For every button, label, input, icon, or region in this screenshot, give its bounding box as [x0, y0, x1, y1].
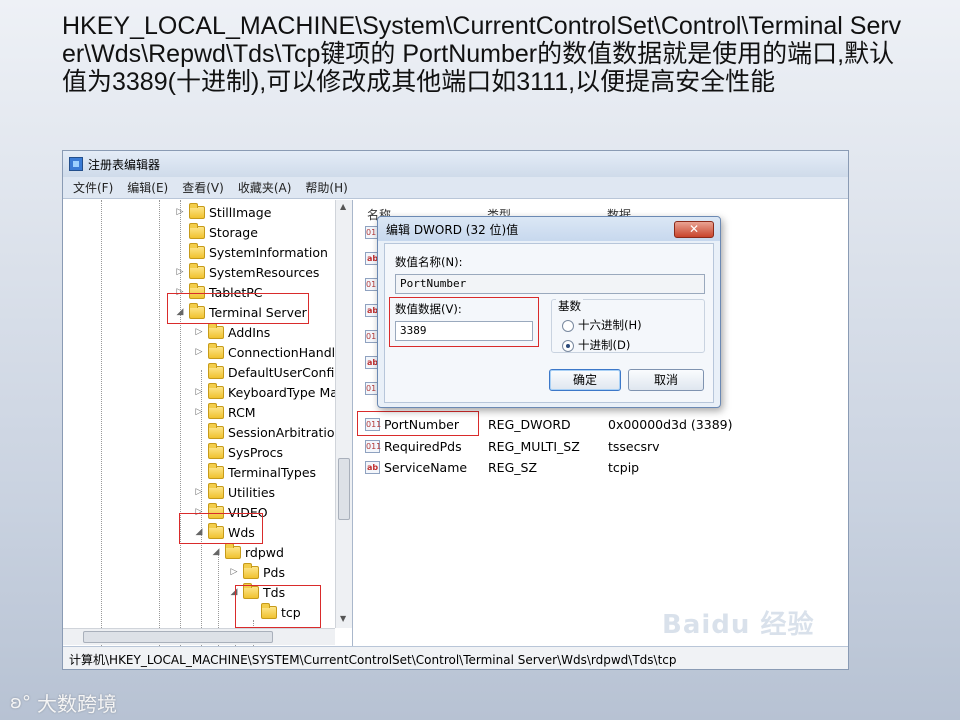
tree-item-label: SystemInformation	[209, 244, 328, 260]
window-title: 注册表编辑器	[88, 157, 161, 172]
dialog-body: 数值名称(N): PortNumber 数值数据(V): 3389 基数 十六进…	[384, 243, 714, 403]
tree-expander-icon[interactable]: ▷	[194, 387, 204, 397]
status-bar: 计算机\HKEY_LOCAL_MACHINE\SYSTEM\CurrentCon…	[63, 646, 848, 669]
menu-view[interactable]: 查看(V)	[182, 179, 224, 196]
tree-item-label: Pds	[263, 564, 285, 580]
folder-icon	[225, 542, 241, 559]
tree-item[interactable]: ▷ Pds	[229, 562, 285, 582]
folder-icon	[189, 222, 205, 239]
tree-item-label: SystemResources	[209, 264, 320, 280]
menu-bar: 文件(F) 编辑(E) 查看(V) 收藏夹(A) 帮助(H)	[63, 177, 848, 199]
tree-expander-icon[interactable]: ▷	[175, 267, 185, 277]
tree-item[interactable]: ◢ rdpwd	[211, 542, 284, 562]
value-name-field[interactable]: PortNumber	[395, 274, 705, 294]
value-row-requiredpds[interactable]: 011 RequiredPds REG_MULTI_SZ tssecsrv	[365, 436, 660, 456]
tree-item[interactable]: SystemInformation	[175, 242, 328, 262]
ok-button[interactable]: 确定	[549, 369, 621, 391]
tree-item[interactable]: Storage	[175, 222, 258, 242]
tree-expander-icon[interactable]: ▷	[229, 567, 239, 577]
highlight-terminal-server	[167, 293, 309, 324]
folder-icon	[243, 562, 259, 579]
tree-item-label: Utilities	[228, 484, 276, 500]
footer-logo: ʚ° 大数跨境	[10, 688, 117, 717]
tree-item-label: TerminalTypes	[228, 464, 317, 480]
tree-expander-icon[interactable]: ▷	[194, 487, 204, 497]
menu-help[interactable]: 帮助(H)	[305, 179, 347, 196]
tree-expander-icon[interactable]: ▷	[194, 327, 204, 337]
highlight-portnumber	[357, 411, 479, 436]
tree-horizontal-scrollbar[interactable]	[63, 628, 335, 645]
folder-icon	[208, 342, 224, 359]
radio-decimal[interactable]: 十进制(D)	[562, 337, 630, 353]
string-icon: ab	[365, 460, 380, 474]
tree-item-label: StillImage	[209, 204, 272, 220]
dword-icon: 011	[365, 439, 382, 453]
logo-mark-icon: ʚ°	[10, 692, 31, 713]
highlight-value-data	[389, 297, 539, 347]
folder-icon	[189, 262, 205, 279]
tree-item-label: RCM	[228, 404, 256, 420]
folder-icon	[208, 362, 224, 379]
edit-dword-dialog: 编辑 DWORD (32 位)值 ✕ 数值名称(N): PortNumber 数…	[377, 216, 721, 408]
hex-radio-button[interactable]	[562, 319, 574, 332]
slide-heading: HKEY_LOCAL_MACHINE\System\CurrentControl…	[62, 12, 902, 96]
folder-icon	[208, 422, 224, 439]
decimal-radio-button[interactable]	[562, 339, 574, 352]
cancel-button[interactable]: 取消	[628, 369, 704, 391]
tree-expander-icon[interactable]: ▷	[194, 347, 204, 357]
menu-favorites[interactable]: 收藏夹(A)	[238, 179, 292, 196]
tree-item[interactable]: TerminalTypes	[194, 462, 316, 482]
key-tree: ▷ StillImage Storage SystemInformation ▷ Syst…	[63, 200, 353, 646]
tree-item-label: rdpwd	[245, 544, 284, 560]
footer-logo-text: 大数跨境	[36, 692, 117, 716]
dialog-close-button[interactable]: ✕	[674, 221, 714, 238]
tree-item[interactable]: ▷ SystemResources	[175, 262, 319, 282]
tree-expander-icon[interactable]: ▷	[175, 207, 185, 217]
value-row-servicename[interactable]: ab ServiceName REG_SZ tcpip	[365, 457, 639, 477]
baidu-watermark: Baidu 经验	[662, 610, 815, 640]
dialog-title: 编辑 DWORD (32 位)值	[378, 217, 720, 241]
tree-item[interactable]: ▷ ConnectionHandler	[194, 342, 348, 362]
tree-item[interactable]: ▷ RCM	[194, 402, 256, 422]
tree-item-label: Storage	[209, 224, 258, 240]
menu-edit[interactable]: 编辑(E)	[127, 179, 168, 196]
tree-item[interactable]: DefaultUserConfig	[194, 362, 342, 382]
base-groupbox: 基数 十六进制(H) 十进制(D)	[551, 298, 705, 353]
tree-item[interactable]: SessionArbitrationI	[194, 422, 346, 442]
folder-icon	[189, 202, 205, 219]
tree-hscroll-thumb[interactable]	[83, 631, 273, 643]
menu-file[interactable]: 文件(F)	[73, 179, 113, 196]
folder-icon	[208, 382, 224, 399]
tree-expander-icon[interactable]: ◢	[211, 547, 221, 557]
tree-vertical-scrollbar[interactable]: ▲ ▼	[335, 200, 352, 628]
folder-icon	[208, 402, 224, 419]
folder-icon	[208, 322, 224, 339]
tree-expander-icon[interactable]: ▷	[194, 407, 204, 417]
highlight-tds-tcp	[235, 585, 321, 628]
tree-item-label: SysProcs	[228, 444, 284, 460]
base-label: 基数	[556, 298, 583, 314]
tree-item-label: AddIns	[228, 324, 271, 340]
highlight-wds	[179, 513, 263, 544]
tree-item-label: ConnectionHandler	[228, 344, 348, 360]
tree-item[interactable]: ▷ StillImage	[175, 202, 271, 222]
folder-icon	[208, 462, 224, 479]
tree-scroll-thumb[interactable]	[338, 458, 350, 520]
tree-item[interactable]: ▷ KeyboardType Ma	[194, 382, 338, 402]
value-name-label: 数值名称(N):	[395, 255, 463, 269]
title-bar: 注册表编辑器	[63, 151, 848, 177]
tree-item-label: SessionArbitrationI	[228, 424, 347, 440]
folder-icon	[189, 242, 205, 259]
tree-item[interactable]: ▷ Utilities	[194, 482, 275, 502]
tree-item-label: KeyboardType Ma	[228, 384, 338, 400]
regedit-icon	[69, 157, 83, 171]
tree-item[interactable]: SysProcs	[194, 442, 283, 462]
folder-icon	[208, 442, 224, 459]
tree-item-label: DefaultUserConfig	[228, 364, 343, 380]
folder-icon	[208, 482, 224, 499]
radio-hex[interactable]: 十六进制(H)	[562, 317, 642, 333]
tree-item[interactable]: ▷ AddIns	[194, 322, 270, 342]
